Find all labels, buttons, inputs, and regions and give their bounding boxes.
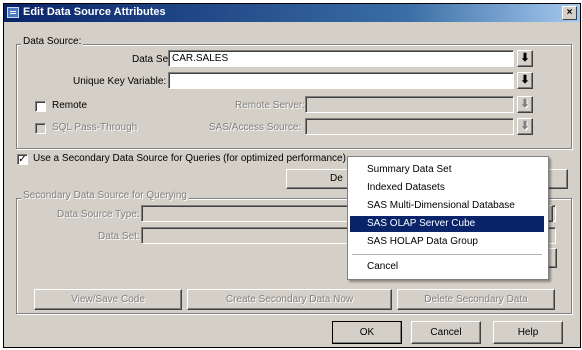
help-label: Help [517,327,539,338]
dialog-title: Edit Data Source Attributes [23,6,166,18]
view-save-code-label: View/Save Code [71,294,145,305]
remote-checkbox[interactable] [35,101,46,112]
close-button[interactable]: × [562,6,577,20]
remote-server-field[interactable] [305,96,514,113]
help-button[interactable]: Help [493,321,563,344]
down-arrow-icon: ⬇ [520,120,530,132]
use-secondary-label: Use a Secondary Data Source for Queries … [33,153,346,164]
cancel-label: Cancel [430,327,462,338]
unique-key-dropdown-button[interactable]: ⬇ [517,72,533,89]
delete-secondary-data-button[interactable]: Delete Secondary Data [397,289,555,310]
menu-item-sas-olap-server-cube[interactable]: SAS OLAP Server Cube [350,216,544,232]
app-icon [7,7,19,18]
sas-access-source-label: SAS/Access Source: [209,122,302,133]
data-source-type-menu: Summary Data Set Indexed Datasets SAS Mu… [347,156,549,280]
checkmark-icon: ✓ [18,154,27,165]
down-arrow-icon: ⬇ [520,98,530,110]
close-icon: × [566,7,573,18]
down-arrow-icon: ⬇ [520,52,530,64]
menu-item-sas-holap-data-group[interactable]: SAS HOLAP Data Group [350,234,544,250]
secondary-source-legend: Secondary Data Source for Querying [21,190,189,201]
menu-item-sas-mddb[interactable]: SAS Multi-Dimensional Database [350,198,544,214]
sql-pass-through-checkbox[interactable] [35,123,46,134]
data-source-legend: Data Source: [21,36,84,47]
delete-secondary-data-label: Delete Secondary Data [424,294,528,305]
create-secondary-data-label: Create Secondary Data Now [225,294,354,305]
remote-server-label: Remote Server: [235,100,306,111]
title-bar[interactable]: Edit Data Source Attributes × [4,4,580,22]
remote-label: Remote [52,100,88,111]
secondary-data-set-label: Data Set: [98,231,140,242]
ok-button[interactable]: OK [332,321,402,344]
unique-key-label: Unique Key Variable: [73,76,167,87]
define-button-label: De [330,173,343,184]
view-save-code-button[interactable]: View/Save Code [34,289,182,310]
data-source-type-label: Data Source Type: [57,209,140,220]
sql-pass-through-label: SQL Pass-Through [52,122,138,133]
sas-access-source-field[interactable] [305,118,514,135]
unique-key-field[interactable] [168,72,514,89]
data-set-field[interactable]: CAR.SALES [168,50,514,67]
data-set-dropdown-button[interactable]: ⬇ [517,50,533,67]
use-secondary-checkbox[interactable]: ✓ [17,154,28,165]
ok-label: OK [359,327,375,338]
cancel-button[interactable]: Cancel [411,321,481,344]
menu-item-summary-data-set[interactable]: Summary Data Set [350,162,544,178]
menu-item-indexed-datasets[interactable]: Indexed Datasets [350,180,544,196]
sas-access-source-dropdown-button[interactable]: ⬇ [517,118,533,135]
create-secondary-data-button[interactable]: Create Secondary Data Now [187,289,392,310]
menu-separator [352,254,542,255]
menu-item-cancel[interactable]: Cancel [350,259,544,275]
remote-server-dropdown-button[interactable]: ⬇ [517,96,533,113]
down-arrow-icon: ⬇ [520,74,530,86]
